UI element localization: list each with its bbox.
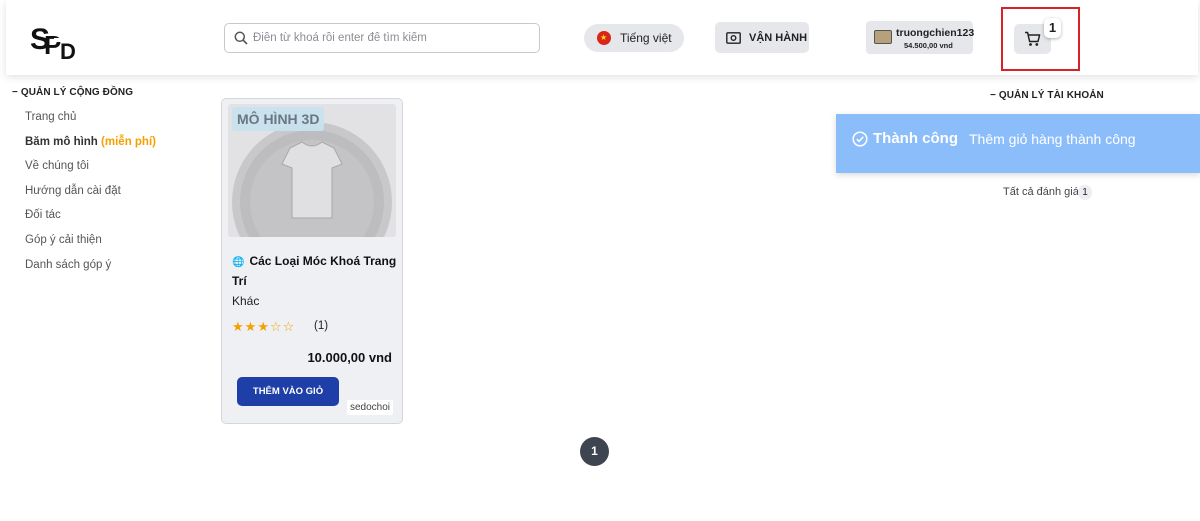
search-box[interactable] (224, 23, 540, 53)
site-logo[interactable]: S P D (28, 16, 84, 60)
success-toast[interactable]: Thành công Thêm giỏ hàng thành công (836, 114, 1200, 173)
product-thumbnail[interactable]: MÔ HÌNH 3D (228, 104, 396, 237)
toast-message: Thêm giỏ hàng thành công (969, 131, 1136, 147)
cart-count-badge: 1 (1044, 18, 1061, 38)
language-label: Tiếng việt (620, 31, 672, 45)
product-card: MÔ HÌNH 3D 🌐 Các Loại Móc Khoá Trang Trí … (221, 98, 403, 424)
add-to-cart-button[interactable]: THÊM VÀO GIỎ (237, 377, 339, 406)
star-icon: ★ (244, 319, 258, 334)
search-input[interactable] (253, 32, 523, 44)
sidebar-item-about[interactable]: Về chúng tôi (25, 159, 156, 184)
product-title[interactable]: 🌐 Các Loại Móc Khoá Trang Trí (232, 252, 397, 290)
avatar (874, 30, 892, 44)
language-button[interactable]: Tiếng việt (584, 24, 684, 52)
star-empty-icon: ☆ (269, 319, 283, 334)
operations-label: VẬN HÀNH (749, 31, 808, 44)
model-3d-badge: MÔ HÌNH 3D (232, 107, 325, 131)
free-tag: (miễn phí) (101, 135, 156, 148)
user-account-button[interactable]: truongchien123 54.500,00 vnd (866, 21, 975, 54)
username: truongchien123 (896, 27, 975, 39)
globe-icon: 🌐 (232, 257, 245, 268)
star-empty-icon: ☆ (282, 319, 296, 334)
sidebar-item-feedback[interactable]: Góp ý cải thiện (25, 233, 156, 258)
all-reviews-link[interactable]: Tất cả đánh giá (1003, 186, 1079, 198)
product-category: Khác (232, 294, 260, 308)
check-circle-icon (852, 131, 868, 147)
camera-icon (726, 31, 741, 44)
search-icon (234, 31, 248, 45)
rating-stars: ★★★☆☆ (232, 319, 295, 335)
seller-name[interactable]: sedochoi (347, 400, 394, 415)
product-price: 10.000,00 vnd (307, 350, 392, 365)
operations-button[interactable]: VẬN HÀNH (715, 22, 809, 53)
sidebar-item-model-hashing[interactable]: Băm mô hình (miễn phí) (25, 135, 156, 160)
account-section-title: − QUẢN LÝ TÀI KHOẢN (990, 90, 1104, 101)
rating-count: (1) (314, 320, 329, 332)
vietnam-flag-icon (597, 31, 611, 45)
user-balance: 54.500,00 vnd (904, 41, 953, 50)
sidebar-item-partners[interactable]: Đối tác (25, 208, 156, 233)
cart-icon (1025, 31, 1041, 46)
star-icon: ★ (257, 319, 270, 334)
sidebar-nav: Trang chủ Băm mô hình (miễn phí) Về chún… (25, 110, 156, 282)
pagination-page-1[interactable]: 1 (580, 437, 609, 466)
star-icon: ★ (232, 319, 245, 334)
svg-text:D: D (60, 39, 76, 60)
toast-title: Thành công (873, 130, 958, 147)
review-count-badge: 1 (1078, 185, 1092, 200)
sidebar-item-home[interactable]: Trang chủ (25, 110, 156, 135)
svg-text:P: P (44, 30, 61, 60)
sidebar-item-label: Băm mô hình (25, 135, 98, 148)
sidebar-item-install-guide[interactable]: Hướng dẫn cài đặt (25, 184, 156, 209)
sidebar-item-feedback-list[interactable]: Danh sách góp ý (25, 258, 156, 283)
community-section-title: − QUẢN LÝ CỘNG ĐỒNG (12, 87, 134, 98)
